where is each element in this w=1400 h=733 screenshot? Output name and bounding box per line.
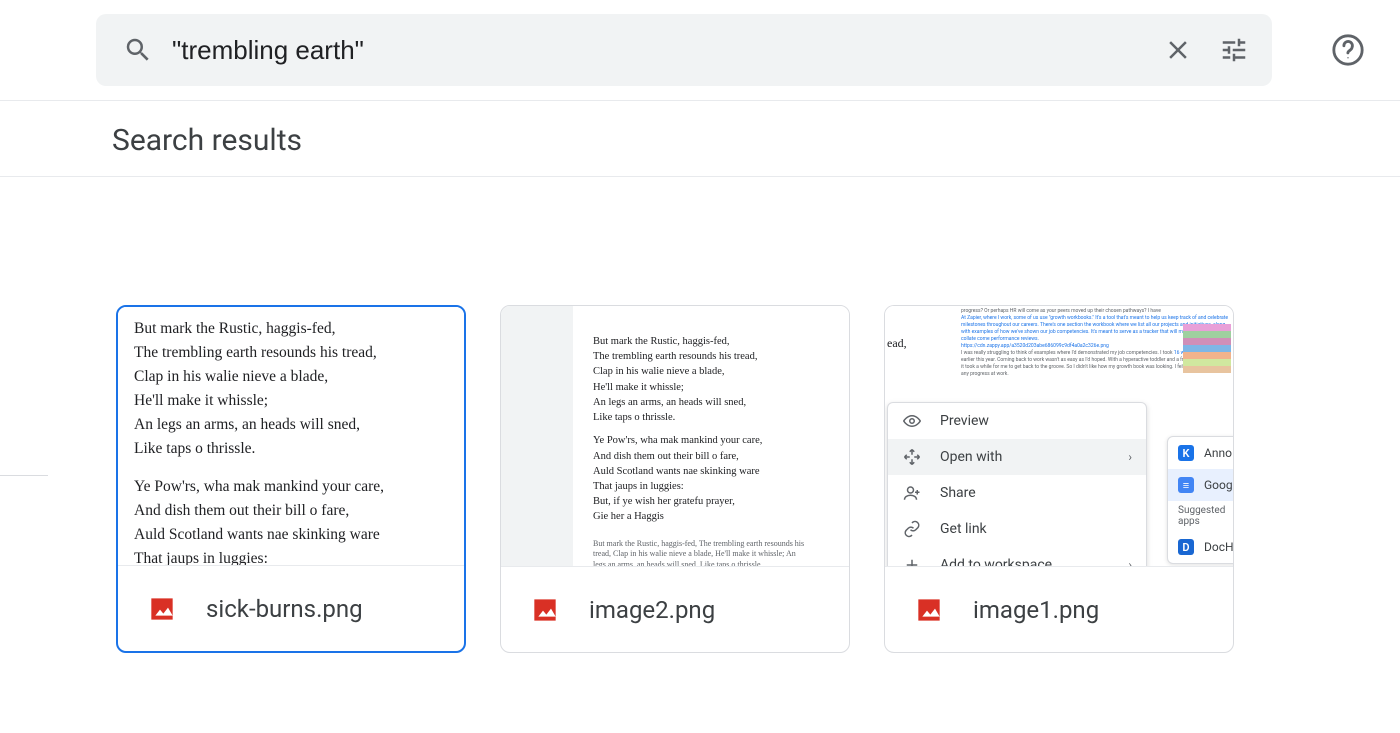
- submenu-item-anno[interactable]: K Anno: [1168, 437, 1233, 469]
- thumbnail-color-strip: [1183, 324, 1231, 373]
- context-menu: Preview Open with › Share Get link: [887, 402, 1147, 566]
- heading-row: Search results: [0, 101, 1400, 177]
- image-file-icon: [529, 594, 561, 626]
- open-with-submenu: K Anno ≡ Goog Suggested apps D DocH: [1167, 436, 1233, 564]
- thumbnail-text: But mark the Rustic, haggis-fed, The tre…: [118, 307, 464, 565]
- thumbnail: ead, progress? Or perhaps HR will come a…: [885, 306, 1233, 566]
- thumbnail: But mark the Rustic, haggis-fed, The tre…: [118, 307, 464, 565]
- filename: sick-burns.png: [206, 595, 363, 623]
- search-options-icon[interactable]: [1206, 22, 1262, 78]
- plus-icon: [902, 556, 922, 566]
- menu-item-get-link[interactable]: Get link: [888, 511, 1146, 547]
- thumbnail-text: But mark the Rustic, haggis-fed, The tre…: [593, 334, 809, 566]
- submenu-item-goog[interactable]: ≡ Goog: [1168, 469, 1233, 501]
- search-input[interactable]: [156, 35, 1150, 66]
- filename: image2.png: [589, 596, 715, 624]
- open-with-icon: [902, 448, 922, 466]
- card-footer: image2.png: [501, 566, 849, 652]
- thumbnail-gutter: [501, 306, 573, 566]
- result-card[interactable]: But mark the Rustic, haggis-fed, The tre…: [116, 305, 466, 653]
- thumbnail-fragment: ead,: [887, 336, 907, 351]
- person-add-icon: [902, 484, 922, 502]
- image-file-icon: [146, 593, 178, 625]
- submenu-header: Suggested apps: [1168, 501, 1233, 531]
- clear-search-button[interactable]: [1150, 22, 1206, 78]
- result-card[interactable]: ead, progress? Or perhaps HR will come a…: [884, 305, 1234, 653]
- docs-icon: ≡: [1178, 477, 1194, 493]
- page-title: Search results: [112, 123, 1400, 158]
- chevron-right-icon: ›: [1128, 558, 1132, 566]
- filename: image1.png: [973, 596, 1099, 624]
- image-file-icon: [913, 594, 945, 626]
- results-grid: But mark the Rustic, haggis-fed, The tre…: [0, 177, 1400, 653]
- app-icon: D: [1178, 539, 1194, 555]
- search-icon: [120, 32, 156, 68]
- menu-item-preview[interactable]: Preview: [888, 403, 1146, 439]
- menu-item-open-with[interactable]: Open with ›: [888, 439, 1146, 475]
- link-icon: [902, 520, 922, 538]
- result-card[interactable]: But mark the Rustic, haggis-fed, The tre…: [500, 305, 850, 653]
- submenu-item-doch[interactable]: D DocH: [1168, 531, 1233, 563]
- side-tick: [0, 475, 48, 476]
- search-bar[interactable]: [96, 14, 1272, 86]
- menu-item-share[interactable]: Share: [888, 475, 1146, 511]
- app-icon: K: [1178, 445, 1194, 461]
- help-icon[interactable]: [1320, 22, 1376, 78]
- eye-icon: [902, 412, 922, 430]
- thumbnail: But mark the Rustic, haggis-fed, The tre…: [501, 306, 849, 566]
- card-footer: image1.png: [885, 566, 1233, 652]
- menu-item-add-workspace[interactable]: Add to workspace ›: [888, 547, 1146, 566]
- card-footer: sick-burns.png: [118, 565, 464, 651]
- chevron-right-icon: ›: [1128, 450, 1132, 464]
- topbar: [0, 0, 1400, 101]
